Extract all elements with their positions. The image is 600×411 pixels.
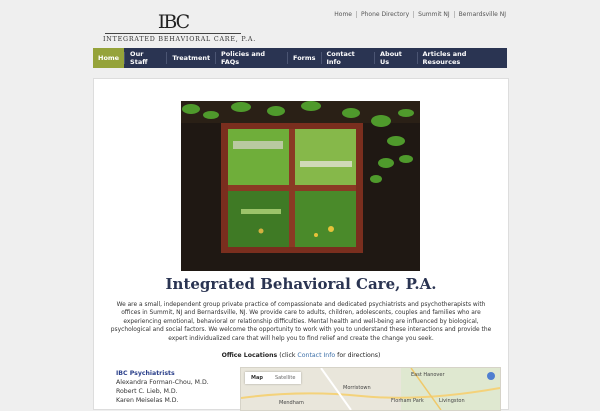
map-type-tabs: Map Satellite [245,372,302,384]
logo-name: INTEGRATED BEHAVIORAL CARE, P.A. [103,36,257,43]
psychiatrists-heading[interactable]: IBC Psychiatrists [116,369,209,378]
map-place-label: Livingston [439,398,465,404]
main-nav: Home Our Staff Treatment Policies and FA… [93,48,507,68]
util-divider [453,11,455,18]
content-panel: Integrated Behavioral Care, P.A. We are … [93,78,509,411]
page-title: Integrated Behavioral Care, P.A. [165,275,437,293]
intro-paragraph: We are a small, independent group privat… [110,302,492,342]
office-text-after: for directions) [335,352,381,359]
util-link-phone-directory[interactable]: Phone Directory [361,11,409,18]
util-link-summit[interactable]: Summit NJ [418,11,450,18]
logo-mark: IBC [157,11,190,33]
site-logo[interactable]: IBC INTEGRATED BEHAVIORAL CARE, P.A. [103,11,257,43]
util-link-bernardsville[interactable]: Bernardsville NJ [459,11,506,18]
nav-item-forms[interactable]: Forms [288,48,321,68]
staff-name: Alexandra Forman-Chou, M.D. [116,379,209,386]
util-divider [413,11,415,18]
map-place-label: East Hanover [411,372,445,378]
hero-window-photo [181,101,420,271]
office-locations-line: Office Locations (click Contact Info for… [94,352,508,359]
office-locations-label: Office Locations [221,352,278,359]
nav-item-treatment[interactable]: Treatment [167,48,215,68]
satellite-tab[interactable]: Satellite [269,372,301,384]
nav-item-articles-resources[interactable]: Articles and Resources [418,48,508,68]
map-place-label: Morristown [343,385,371,391]
map-place-label: Florham Park [391,398,424,404]
utility-links: Home Phone Directory Summit NJ Bernardsv… [334,11,506,18]
logo-rule [105,33,241,34]
util-divider [355,11,357,18]
window-garden-illustration [181,101,420,271]
nav-item-about-us[interactable]: About Us [375,48,417,68]
nav-item-our-staff[interactable]: Our Staff [125,48,166,68]
office-map[interactable]: Map Satellite East Hanover Morristown Fl… [240,367,501,411]
nav-item-contact-info[interactable]: Contact Info [321,48,374,68]
util-link-home[interactable]: Home [334,11,352,18]
map-place-label: Mendham [279,400,304,406]
office-text-before: (click [279,352,298,359]
staff-name: Karen Meiselas M.D. [116,397,179,404]
nav-item-policies-faqs[interactable]: Policies and FAQs [216,48,287,68]
map-tab[interactable]: Map [245,372,269,384]
contact-info-link[interactable]: Contact Info [297,352,335,359]
nav-item-home[interactable]: Home [93,48,125,68]
staff-name: Robert C. Lieb, M.D. [116,388,178,395]
